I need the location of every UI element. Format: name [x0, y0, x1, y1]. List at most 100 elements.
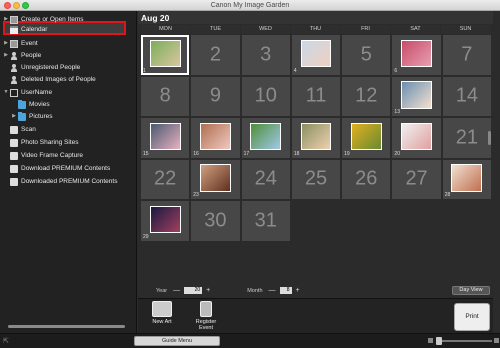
sidebar-item-pictures[interactable]: ▶ Pictures: [10, 111, 52, 122]
year-input[interactable]: 20: [184, 287, 203, 294]
calendar-empty-cell: [342, 201, 391, 241]
sidebar-item-unregistered-people[interactable]: Unregistered People: [2, 62, 80, 73]
day-number: 22: [154, 167, 177, 190]
person-icon: [10, 51, 18, 60]
month-increment-button[interactable]: +: [296, 287, 300, 294]
sidebar-item-scan[interactable]: Scan: [2, 124, 36, 135]
calendar-day-cell[interactable]: 7: [442, 35, 491, 75]
day-thumbnail[interactable]: [401, 122, 432, 151]
day-number: 19: [344, 150, 350, 157]
calendar-day-cell[interactable]: 17: [241, 118, 290, 158]
day-number: 10: [254, 84, 277, 107]
calendar-day-cell[interactable]: 10: [241, 76, 290, 116]
sidebar-item-event[interactable]: ▶ Event: [2, 38, 38, 49]
sidebar: ▶ Create or Open Items Calendar ▶ Event ▶ Peop…: [0, 11, 137, 333]
calendar-day-cell[interactable]: 12: [342, 76, 391, 116]
calendar-day-cell[interactable]: 22: [141, 159, 190, 199]
sidebar-item-download-premium-contents[interactable]: Download PREMIUM Contents: [2, 163, 110, 174]
calendar-day-cell[interactable]: 11: [291, 76, 341, 116]
calendar-day-cell[interactable]: 1: [141, 35, 190, 75]
calendar-day-cell[interactable]: 30: [191, 201, 240, 241]
day-number: 26: [355, 167, 378, 190]
day-thumbnail[interactable]: [149, 122, 181, 151]
year-decrement-button[interactable]: —: [173, 287, 180, 294]
calendar-day-cell[interactable]: 23: [191, 159, 240, 199]
calendar-day-cell[interactable]: 9: [191, 76, 240, 116]
day-thumbnail[interactable]: [199, 122, 231, 151]
sidebar-item-people[interactable]: ▶ People: [2, 50, 41, 61]
day-thumbnail[interactable]: [451, 164, 483, 192]
calendar-day-cell[interactable]: 3: [241, 35, 290, 75]
day-thumbnail[interactable]: [149, 39, 181, 68]
calendar-day-cell[interactable]: 26: [342, 159, 391, 199]
calendar-day-cell[interactable]: 20: [392, 118, 441, 158]
guide-menu-button[interactable]: Guide Menu: [134, 336, 220, 346]
calendar-empty-cell: [442, 242, 491, 282]
status-bar: ⇱ Guide Menu: [0, 333, 500, 348]
day-number: 20: [394, 150, 400, 157]
calendar-day-cell[interactable]: 24: [241, 159, 290, 199]
weekday-header: MON TUE WED THU FRI SAT SUN: [141, 25, 491, 34]
sidebar-item-label: People: [21, 52, 42, 59]
weekday-sun: SUN: [441, 25, 490, 34]
day-thumbnail[interactable]: [401, 39, 432, 68]
register-event-button[interactable]: Register Event: [190, 301, 222, 331]
zoom-slider-knob[interactable]: [436, 337, 442, 345]
calendar-day-cell[interactable]: 16: [191, 118, 240, 158]
sidebar-item-calendar[interactable]: Calendar: [2, 24, 47, 35]
disclosure-expanded-icon[interactable]: ▼: [2, 87, 10, 98]
disclosure-collapsed-icon[interactable]: ▶: [2, 50, 10, 61]
zoom-out-icon[interactable]: [428, 338, 433, 343]
day-thumbnail[interactable]: [300, 39, 332, 68]
calendar-day-cell[interactable]: 2: [191, 35, 240, 75]
calendar-empty-cell: [442, 201, 491, 241]
calendar-day-cell[interactable]: 4: [291, 35, 341, 75]
day-thumbnail[interactable]: [300, 122, 332, 151]
calendar-day-cell[interactable]: 8: [141, 76, 190, 116]
disclosure-collapsed-icon[interactable]: ▶: [2, 38, 10, 49]
calendar-day-cell[interactable]: 25: [291, 159, 341, 199]
calendar-day-cell[interactable]: 18: [291, 118, 341, 158]
calendar-day-cell[interactable]: 13: [392, 76, 441, 116]
calendar-day-cell[interactable]: 15: [141, 118, 190, 158]
month-decrement-button[interactable]: —: [269, 287, 276, 294]
zoom-slider-track[interactable]: [440, 340, 492, 342]
disclosure-collapsed-icon[interactable]: ▶: [10, 111, 18, 122]
sidebar-item-photo-sharing-sites[interactable]: Photo Sharing Sites: [2, 137, 78, 148]
day-thumbnail[interactable]: [350, 122, 382, 151]
day-number: 11: [305, 84, 327, 107]
calendar-day-cell[interactable]: 31: [241, 201, 290, 241]
sidebar-item-video-frame-capture[interactable]: Video Frame Capture: [2, 150, 83, 161]
month-input[interactable]: 8: [279, 287, 292, 294]
toggle-sidebar-icon[interactable]: ⇱: [3, 337, 9, 345]
sidebar-item-username[interactable]: ▼ UserName: [2, 87, 52, 98]
calendar-day-cell[interactable]: 19: [342, 118, 391, 158]
calendar-day-cell[interactable]: 27: [392, 159, 441, 199]
zoom-in-icon[interactable]: [494, 338, 499, 343]
calendar-scrollbar[interactable]: [488, 131, 491, 145]
calendar-day-cell[interactable]: 6: [392, 35, 441, 75]
calendar-day-cell[interactable]: 5: [342, 35, 391, 75]
calendar-day-cell[interactable]: 28: [442, 159, 491, 199]
sidebar-item-movies[interactable]: Movies: [10, 99, 50, 110]
calendar-empty-cell: [392, 201, 441, 241]
calendar-panel: Aug 20 MON TUE WED THU FRI SAT SUN 1 2 3 4 5 6 7 8 9 10…: [138, 11, 493, 333]
calendar-day-cell[interactable]: 14: [442, 76, 491, 116]
day-thumbnail[interactable]: [149, 205, 181, 234]
sidebar-item-label: Event: [21, 40, 38, 47]
new-art-button[interactable]: New Art: [146, 301, 178, 325]
sidebar-item-deleted-images-of-people[interactable]: Deleted Images of People: [2, 74, 96, 85]
day-number: 28: [444, 192, 451, 198]
year-increment-button[interactable]: +: [206, 287, 210, 294]
day-number: 27: [405, 167, 428, 190]
calendar-day-cell[interactable]: 29: [141, 201, 190, 241]
day-thumbnail[interactable]: [250, 122, 282, 151]
print-button[interactable]: Print: [454, 303, 490, 331]
sidebar-item-downloaded-premium-contents[interactable]: Downloaded PREMIUM Contents: [2, 176, 117, 187]
day-thumbnail[interactable]: [401, 81, 432, 109]
day-view-button[interactable]: Day View: [452, 286, 490, 295]
calendar-day-cell[interactable]: 21: [442, 118, 491, 158]
day-thumbnail[interactable]: [199, 164, 231, 192]
day-number: 1: [143, 67, 146, 74]
sidebar-scrollbar[interactable]: [8, 325, 125, 328]
